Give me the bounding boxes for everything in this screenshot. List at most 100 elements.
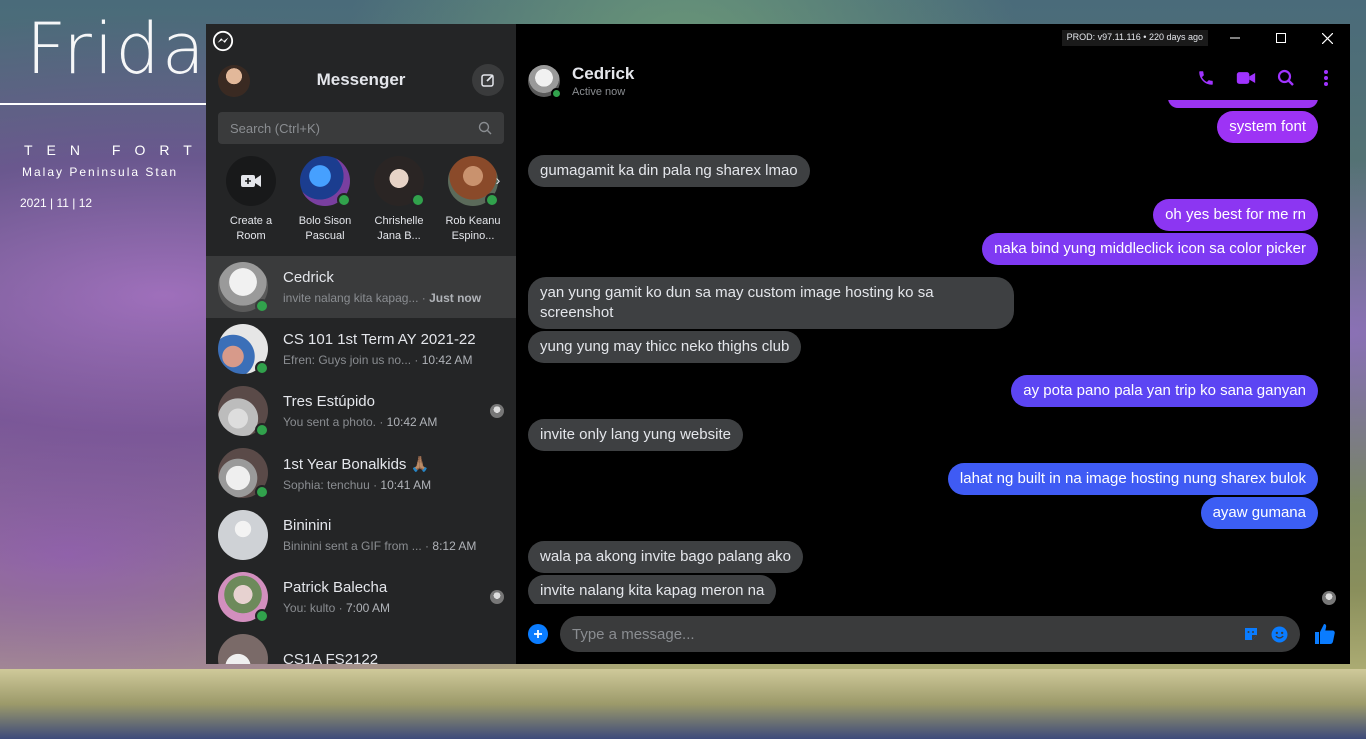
message-input[interactable] bbox=[572, 625, 1232, 643]
message-bubble-outgoing[interactable]: naka bind yung middleclick icon sa color… bbox=[982, 233, 1318, 265]
message-input-wrapper[interactable] bbox=[560, 616, 1300, 652]
more-options-button[interactable] bbox=[1316, 68, 1336, 88]
conversation-item[interactable]: 1st Year Bonalkids 🙏🏽 Sophia: tenchuu · … bbox=[206, 442, 516, 504]
build-info: PROD: v97.11.116 • 220 days ago bbox=[1061, 30, 1208, 46]
message-row: ayaw gumana bbox=[528, 497, 1318, 529]
chat-contact-avatar[interactable] bbox=[528, 65, 562, 99]
search-icon bbox=[1277, 69, 1294, 86]
message-bubble-incoming[interactable]: invite nalang kita kapag meron na bbox=[528, 575, 777, 604]
conversation-item[interactable]: CS1A FS2122 bbox=[206, 628, 516, 664]
message-row: invite only lang yung website bbox=[528, 419, 1318, 451]
more-actions-button[interactable] bbox=[528, 624, 548, 644]
chevron-right-icon[interactable]: › bbox=[488, 170, 508, 190]
conversation-name: 1st Year Bonalkids 🙏🏽 bbox=[283, 455, 430, 473]
conversation-item[interactable]: Cedrick invite nalang kita kapag... · Ju… bbox=[206, 256, 516, 318]
audio-call-button[interactable] bbox=[1196, 68, 1216, 88]
thumbs-up-icon bbox=[1315, 624, 1335, 644]
message-bubble-outgoing[interactable]: lahat ng built in na image hosting nung … bbox=[947, 463, 1318, 495]
stories-bar: Create a Room Bolo Sison Pascual Chrishe… bbox=[206, 156, 516, 252]
story-label: Rob Keanu Espino... bbox=[445, 215, 501, 242]
conversation-name: CS1A FS2122 bbox=[283, 650, 379, 665]
message-row: gumagamit ka din pala ng sharex lmao bbox=[528, 155, 1318, 187]
message-bubble-incoming[interactable]: invite only lang yung website bbox=[528, 419, 743, 451]
message-bubble-incoming[interactable]: yung yung may thicc neko thighs club bbox=[528, 331, 802, 363]
story-contact[interactable]: Bolo Sison Pascual bbox=[288, 156, 362, 252]
message-bubble-incoming[interactable]: gumagamit ka din pala ng sharex lmao bbox=[528, 155, 810, 187]
online-indicator bbox=[255, 485, 269, 499]
chat-panel: PROD: v97.11.116 • 220 days ago Cedrick … bbox=[516, 24, 1350, 664]
conversation-name: Cedrick bbox=[283, 269, 334, 286]
search-in-chat-button[interactable] bbox=[1276, 68, 1296, 88]
conversation-item[interactable]: CS 101 1st Term AY 2021-22 Efren: Guys j… bbox=[206, 318, 516, 380]
message-row: ay pota pano pala yan trip ko sana ganya… bbox=[528, 375, 1318, 407]
sidebar-title: Messenger bbox=[316, 70, 406, 89]
conversation-item[interactable]: Tres Estúpido You sent a photo. · 10:42 … bbox=[206, 380, 516, 442]
desktop-clock-widget: Frida TEN FORTY Malay Peninsula Stan 202… bbox=[0, 0, 215, 230]
search-icon bbox=[478, 121, 492, 135]
sticker-icon bbox=[1245, 628, 1257, 640]
online-indicator bbox=[255, 299, 269, 313]
sidebar: Messenger Search (Ctrl+K) Create a Room … bbox=[206, 24, 516, 664]
avatar bbox=[218, 510, 268, 560]
minimize-button[interactable] bbox=[1212, 24, 1258, 52]
conversation-preview: Sophia: tenchuu · 10:41 AM bbox=[283, 477, 432, 492]
conversation-preview: You: kulto · 7:00 AM bbox=[283, 601, 390, 615]
message-list: system font gumagamit ka din pala ng sha… bbox=[528, 100, 1318, 604]
plus-icon bbox=[534, 630, 542, 638]
story-create-room[interactable]: Create a Room bbox=[214, 156, 288, 252]
messenger-window: Messenger Search (Ctrl+K) Create a Room … bbox=[206, 24, 1350, 664]
avatar bbox=[374, 156, 425, 207]
story-contact[interactable]: Chrishelle Jana B... bbox=[362, 156, 436, 252]
conversation-name: Patrick Balecha bbox=[283, 579, 388, 596]
message-row: naka bind yung middleclick icon sa color… bbox=[528, 233, 1318, 265]
more-vertical-icon bbox=[1324, 70, 1328, 86]
message-bubble-outgoing[interactable]: ay pota pano pala yan trip ko sana ganya… bbox=[1011, 375, 1318, 407]
search-box[interactable] bbox=[218, 112, 504, 144]
message-row: yung yung may thicc neko thighs club bbox=[528, 331, 1318, 363]
video-call-button[interactable] bbox=[1236, 68, 1256, 88]
search-input[interactable] bbox=[230, 120, 478, 136]
conversation-name: Bininini bbox=[283, 517, 332, 534]
clock-time: TEN FORTY bbox=[24, 142, 230, 158]
online-indicator bbox=[255, 423, 269, 437]
avatar bbox=[218, 324, 269, 375]
chat-actions bbox=[1196, 68, 1336, 88]
message-bubble-outgoing[interactable]: system font bbox=[1217, 111, 1318, 143]
new-message-button[interactable] bbox=[472, 64, 504, 96]
story-label: Bolo Sison Pascual bbox=[298, 215, 352, 242]
message-composer bbox=[516, 604, 1350, 664]
conversation-item[interactable]: Bininini Bininini sent a GIF from ... · … bbox=[206, 504, 516, 566]
message-bubble-outgoing[interactable]: ayaw gumana bbox=[1200, 497, 1318, 529]
emoji-button[interactable] bbox=[1270, 625, 1288, 643]
online-indicator bbox=[485, 193, 499, 207]
message-bubble-outgoing[interactable]: oh yes best for me rn bbox=[1153, 199, 1318, 231]
desktop-ground bbox=[0, 669, 1366, 739]
sticker-button[interactable] bbox=[1242, 625, 1260, 643]
conversation-item[interactable]: Patrick Balecha You: kulto · 7:00 AM bbox=[206, 566, 516, 628]
online-indicator bbox=[411, 193, 425, 207]
online-indicator bbox=[337, 193, 351, 207]
story-label: Chrishelle Jana B... bbox=[374, 215, 424, 242]
conversation-name: Tres Estúpido bbox=[283, 393, 375, 410]
clock-zone: Malay Peninsula Stan bbox=[22, 165, 179, 179]
conversation-list: Cedrick invite nalang kita kapag... · Ju… bbox=[206, 256, 516, 664]
clock-divider bbox=[0, 103, 206, 105]
conversation-preview: invite nalang kita kapag... · Just now bbox=[283, 291, 482, 305]
chat-contact-status: Active now bbox=[572, 86, 626, 98]
chat-contact-name[interactable]: Cedrick bbox=[572, 64, 634, 84]
maximize-button[interactable] bbox=[1258, 24, 1304, 52]
compose-icon bbox=[481, 74, 494, 87]
like-button[interactable] bbox=[1312, 621, 1338, 647]
conversation-preview: You sent a photo. · 10:42 AM bbox=[283, 415, 438, 429]
online-indicator bbox=[255, 609, 269, 623]
video-camera-icon bbox=[1236, 72, 1256, 84]
message-bubble-incoming[interactable]: yan yung gamit ko dun sa may custom imag… bbox=[528, 277, 1014, 329]
create-room-icon bbox=[226, 156, 276, 206]
avatar bbox=[218, 634, 268, 664]
maximize-icon bbox=[1276, 33, 1286, 43]
messenger-logo-icon bbox=[212, 30, 234, 52]
clock-date: 2021 | 11 | 12 bbox=[20, 196, 93, 210]
message-bubble-incoming[interactable]: wala pa akong invite bago palang ako bbox=[528, 541, 804, 573]
conversation-preview: Bininini sent a GIF from ... · 8:12 AM bbox=[283, 539, 477, 553]
close-button[interactable] bbox=[1304, 24, 1350, 52]
